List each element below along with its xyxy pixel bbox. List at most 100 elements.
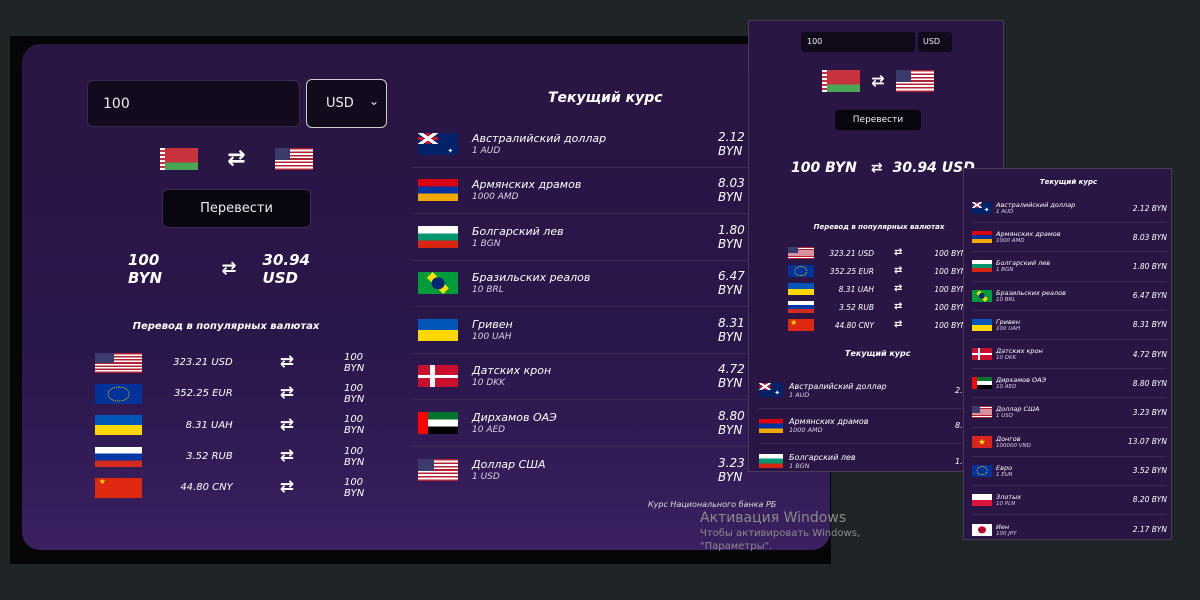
watermark-line: "Параметры". bbox=[700, 541, 773, 552]
popular-value: 8.31 UAH bbox=[838, 284, 874, 294]
rates-list: Австралийский доллар1 AUD 2.12 BYN Армян… bbox=[412, 121, 757, 494]
rate-value: 8.20 BYN bbox=[1132, 495, 1167, 505]
rate-amount: 1 BGN bbox=[996, 267, 1014, 274]
rates-source-note: Курс Национального банка РБ bbox=[648, 500, 777, 509]
swap-icon: ⇄ bbox=[279, 446, 294, 467]
swap-icon: ⇄ bbox=[870, 160, 883, 176]
rate-amount: 10 DKK bbox=[996, 355, 1017, 362]
rate-name: Дирхамов ОАЭ bbox=[996, 376, 1047, 385]
popular-value: 44.80 CNY bbox=[834, 320, 874, 330]
usa-flag-icon bbox=[788, 247, 814, 259]
popular-value: 323.21 USD bbox=[173, 357, 233, 369]
eu-flag-icon bbox=[972, 464, 992, 477]
popular-value: 3.52 RUB bbox=[186, 451, 233, 463]
rate-row: Гривен 100 UAH 8.31 BYN bbox=[412, 307, 757, 354]
rate-name: Армянских драмов bbox=[996, 230, 1061, 239]
rate-amount: 10 DKK bbox=[472, 378, 506, 389]
rate-amount: 10 PLN bbox=[996, 500, 1016, 507]
windows-activation-watermark: Активация Windows Чтобы активировать Win… bbox=[700, 510, 860, 552]
bulgaria-flag-icon bbox=[759, 454, 783, 469]
result-to: 30.94 USD bbox=[262, 251, 310, 287]
rate-row: Бразильских реалов 10 BRL 6.47 BYN bbox=[412, 261, 757, 307]
brazil-flag-icon bbox=[972, 289, 992, 302]
ukraine-flag-icon bbox=[972, 318, 992, 331]
popular-value: 352.25 EUR bbox=[829, 266, 874, 276]
popular-row: 44.80 CNY ⇄ 100 BYN bbox=[95, 472, 385, 503]
rate-name: Армянских драмов bbox=[789, 417, 869, 427]
rate-amount: 1 EUR bbox=[996, 471, 1013, 478]
popular-title: Перевод в популярных валютах bbox=[132, 321, 320, 332]
rate-amount: 100000 VND bbox=[996, 442, 1031, 449]
popular-row: 323.21 USD ⇄ 100 BYN bbox=[95, 347, 385, 378]
rate-amount: 1 BGN bbox=[789, 461, 810, 470]
rates-title: Текущий курс bbox=[1039, 178, 1098, 186]
result-from: 100 BYN bbox=[791, 160, 857, 176]
rate-name: Гривен bbox=[472, 317, 513, 331]
rate-amount: 1 USD bbox=[996, 413, 1013, 420]
swap-icon: ⇄ bbox=[279, 352, 294, 373]
rates-title: Текущий курс bbox=[548, 90, 663, 106]
rate-amount: 10 BRL bbox=[472, 285, 504, 296]
rate-name: Датских крон bbox=[472, 364, 552, 378]
rate-amount: 10 BRL bbox=[996, 296, 1016, 303]
convert-button[interactable]: Перевести bbox=[162, 189, 311, 228]
swap-icon[interactable]: ⇄ bbox=[227, 148, 245, 170]
popular-byn: 100 BYN bbox=[934, 248, 967, 258]
rates-title: Текущий курс bbox=[845, 349, 911, 358]
convert-button[interactable]: Перевести bbox=[835, 110, 921, 130]
rate-name: Датских крон bbox=[996, 347, 1043, 356]
popular-row: 3.52 RUB ⇄ 100 BYN bbox=[95, 441, 385, 472]
ukraine-flag-icon bbox=[418, 318, 458, 341]
currency-select[interactable]: USD ⌄ bbox=[306, 79, 387, 128]
popular-byn: 100 BYN bbox=[934, 284, 967, 294]
rate-name: Доллар США bbox=[472, 457, 546, 471]
rate-name: Австралийский доллар bbox=[789, 381, 887, 391]
swap-icon[interactable]: ⇄ bbox=[871, 73, 884, 89]
rate-name: Донгов bbox=[996, 434, 1021, 443]
rate-amount: 100 UAH bbox=[472, 331, 512, 342]
rate-row: Болгарский лев1 BGN 1.80 BYN bbox=[412, 214, 757, 261]
rate-amount: 100 JPY bbox=[996, 530, 1017, 537]
rate-value: 13.07 BYN bbox=[1127, 437, 1167, 447]
chevron-down-icon: ⌄ bbox=[368, 94, 379, 108]
china-flag-icon bbox=[788, 319, 814, 331]
swap-icon: ⇄ bbox=[894, 265, 903, 276]
usa-flag-icon bbox=[896, 70, 934, 92]
currency-select[interactable]: USD bbox=[918, 32, 952, 52]
amount-input[interactable]: 100 bbox=[87, 80, 300, 127]
rate-row: Дирхамов ОАЭ 10 AED 8.80 BYN bbox=[412, 400, 757, 447]
rate-row: Доллар США 1 USD 3.23 BYN bbox=[412, 447, 757, 494]
popular-byn: 100 BYN bbox=[343, 414, 365, 437]
japan-flag-icon bbox=[972, 523, 992, 536]
eu-flag-icon bbox=[95, 383, 142, 404]
rate-value: 1.80 BYN bbox=[1132, 261, 1167, 271]
rate-value: 3.52 BYN bbox=[1132, 466, 1167, 476]
rate-name: Евро bbox=[996, 463, 1013, 472]
rate-amount: 1 AUD bbox=[996, 209, 1014, 216]
rate-name: Доллар США bbox=[996, 405, 1040, 414]
rate-name: Злотых bbox=[996, 492, 1022, 501]
result-from: 100 BYN bbox=[128, 251, 163, 287]
rate-value: 8.80 BYN bbox=[1132, 378, 1167, 388]
swap-icon: ⇄ bbox=[279, 414, 294, 435]
rate-name: Болгарский лев bbox=[472, 224, 564, 238]
denmark-flag-icon bbox=[418, 365, 458, 388]
swap-icon: ⇄ bbox=[894, 319, 903, 330]
swap-icon: ⇄ bbox=[894, 301, 903, 312]
popular-byn: 100 BYN bbox=[934, 320, 967, 330]
rate-name: Иен bbox=[996, 522, 1010, 531]
conversion-result: 100 BYN ⇄ 30.94 USD bbox=[791, 160, 975, 176]
rate-row: Евро 1 EUR 3.52 BYN bbox=[972, 457, 1167, 486]
rate-row: Австралийский доллар1 AUD 2.12 BYN bbox=[412, 121, 757, 168]
rate-row: Австралийский доллар1 AUD 2.12 BYN bbox=[972, 194, 1167, 224]
rate-name: Болгарский лев bbox=[996, 259, 1051, 268]
rates-list: Австралийский доллар1 AUD 2.12 BYN Армян… bbox=[972, 194, 1167, 539]
rate-value: 3.23 BYN bbox=[1132, 407, 1167, 417]
rate-amount: 100 UAH bbox=[996, 325, 1021, 332]
popular-value: 8.31 UAH bbox=[185, 419, 233, 431]
amount-input[interactable]: 100 bbox=[801, 32, 915, 52]
usa-flag-icon bbox=[95, 352, 142, 373]
rate-amount: 1 AUD bbox=[789, 390, 810, 399]
poland-flag-icon bbox=[972, 493, 992, 506]
rate-value: 2.17 BYN bbox=[1132, 525, 1167, 535]
